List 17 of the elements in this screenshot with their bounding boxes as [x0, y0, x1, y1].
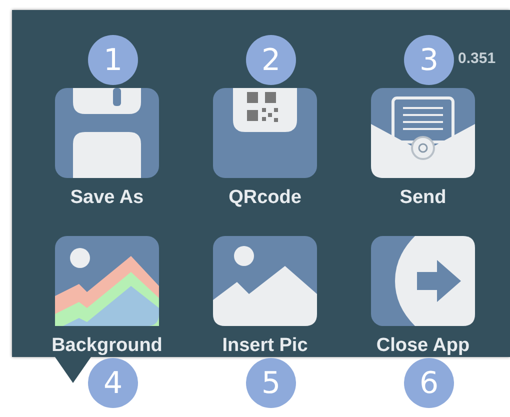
callout-number: 4 — [88, 358, 138, 408]
menu-item-label[interactable]: QRcode — [228, 186, 302, 210]
version-text: 0.351 — [458, 50, 496, 67]
callout-number: 2 — [246, 35, 296, 85]
menu-item-label[interactable]: Save As — [70, 186, 144, 210]
menu-item-label[interactable]: Send — [400, 186, 446, 210]
callout-number: 1 — [88, 35, 138, 85]
qr-code-icon — [213, 88, 317, 178]
image-icon — [213, 236, 317, 326]
callout-number: 5 — [246, 358, 296, 408]
menu-item-label[interactable]: Background — [52, 334, 162, 358]
callout-number: 3 — [404, 35, 454, 85]
menu-item-label[interactable]: Insert Pic — [222, 334, 308, 358]
mail-envelope-icon — [371, 88, 475, 178]
callout-number: 6 — [404, 358, 454, 408]
landscape-icon — [55, 236, 159, 326]
menu-item-label[interactable]: Close App — [376, 334, 470, 358]
